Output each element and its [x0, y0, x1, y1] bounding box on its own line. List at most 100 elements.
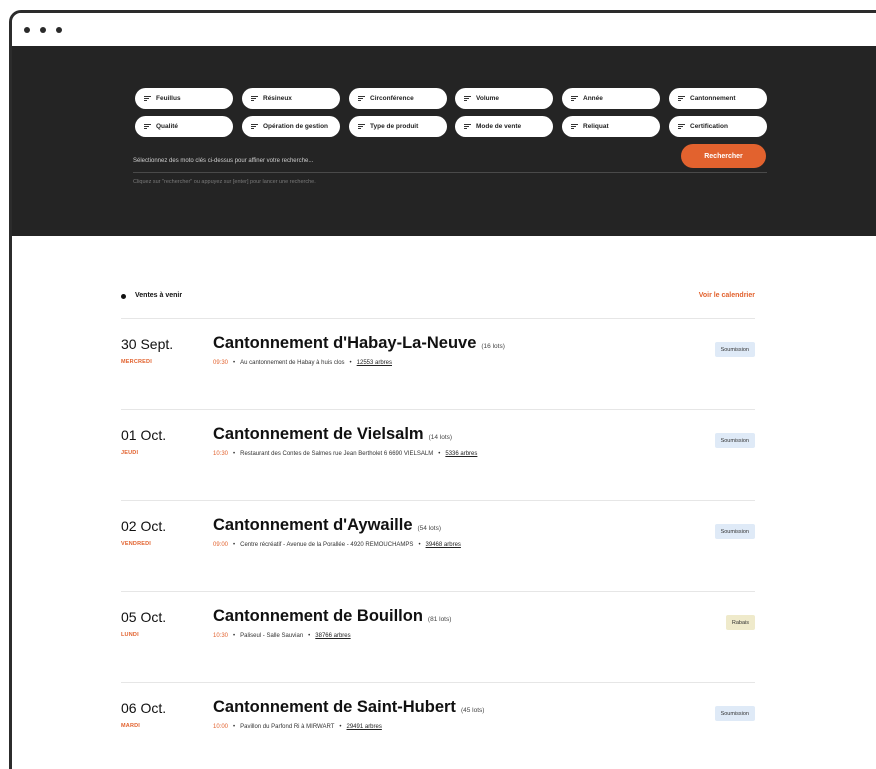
sale-type-badge: Soumission [714, 342, 755, 357]
sale-date: 02 Oct. [121, 518, 167, 534]
sale-weekday: JEUDI [121, 450, 139, 456]
window-maximize-dot[interactable] [56, 27, 62, 33]
search-panel: Feuillus Résineux Circonférence Volume A… [12, 46, 876, 236]
sale-weekday: MERCREDI [121, 359, 152, 365]
sale-location: Centre récréatif - Avenue de la Porallée… [240, 542, 414, 548]
filter-label: Mode de vente [476, 123, 522, 130]
filter-icon [144, 96, 151, 101]
filter-icon [571, 124, 578, 129]
filter-label: Cantonnement [690, 95, 736, 102]
filter-icon [144, 124, 151, 129]
sale-title-block: Cantonnement de Bouillon (81 lots) [213, 607, 451, 626]
sale-lots: (45 lots) [460, 707, 485, 714]
filter-icon [358, 124, 365, 129]
sale-time: 09:30 [213, 360, 229, 366]
sale-row[interactable]: 30 Sept. MERCREDI Cantonnement d'Habay-L… [121, 319, 755, 410]
filter-mode-vente-button[interactable]: Mode de vente [455, 116, 553, 137]
bullet-icon [121, 294, 126, 299]
filter-label: Circonférence [370, 95, 414, 102]
upcoming-sales-header: Ventes à venir Voir le calendrier [121, 290, 755, 304]
sale-type-badge: Soumission [714, 706, 755, 721]
sale-lots: (81 lots) [427, 616, 452, 623]
filter-label: Volume [476, 95, 499, 102]
filter-label: Type de produit [370, 123, 419, 130]
sale-time: 09:00 [213, 542, 229, 548]
section-title: Ventes à venir [135, 292, 183, 299]
sale-date: 01 Oct. [121, 427, 167, 443]
search-underline [133, 172, 767, 173]
sale-row[interactable]: 06 Oct. MARDI Cantonnement de Saint-Hube… [121, 683, 755, 769]
calendar-link[interactable]: Voir le calendrier [699, 292, 755, 299]
filter-label: Année [583, 95, 603, 102]
window-minimize-dot[interactable] [40, 27, 46, 33]
sale-meta: 10:00 • Pavillon du Parfond Ri à MIRWART • 2… [213, 724, 382, 730]
sale-title[interactable]: Cantonnement de Bouillon [213, 607, 423, 625]
sale-title[interactable]: Cantonnement de Vielsalm [213, 425, 424, 443]
window-close-dot[interactable] [24, 27, 30, 33]
sale-trees-link[interactable]: 38766 arbres [315, 633, 350, 639]
sale-row[interactable]: 02 Oct. VENDREDI Cantonnement d'Aywaille… [121, 501, 755, 592]
filter-label: Reliquat [583, 123, 609, 130]
sale-date: 06 Oct. [121, 700, 167, 716]
filter-operation-button[interactable]: Opération de gestion [242, 116, 340, 137]
filter-certification-button[interactable]: Certification [669, 116, 767, 137]
filter-icon [251, 124, 258, 129]
filter-label: Certification [690, 123, 728, 130]
sale-meta: 09:00 • Centre récréatif - Avenue de la Po… [213, 542, 461, 548]
sale-title-block: Cantonnement d'Aywaille (54 lots) [213, 516, 441, 535]
filter-feuillus-button[interactable]: Feuillus [135, 88, 233, 109]
filter-reliquat-button[interactable]: Reliquat [562, 116, 660, 137]
filter-icon [678, 124, 685, 129]
sale-row[interactable]: 01 Oct. JEUDI Cantonnement de Vielsalm (1… [121, 410, 755, 501]
filter-cantonnement-button[interactable]: Cantonnement [669, 88, 767, 109]
filter-icon [678, 96, 685, 101]
filter-label: Feuillus [156, 95, 181, 102]
sale-title[interactable]: Cantonnement d'Habay-La-Neuve [213, 334, 476, 352]
sale-row[interactable]: 05 Oct. LUNDI Cantonnement de Bouillon (8… [121, 592, 755, 683]
filter-circonference-button[interactable]: Circonférence [349, 88, 447, 109]
sale-weekday: VENDREDI [121, 541, 152, 547]
filter-icon [464, 96, 471, 101]
sale-title-block: Cantonnement de Vielsalm (14 lots) [213, 425, 452, 444]
filter-icon [571, 96, 578, 101]
sale-type-badge: Soumission [714, 433, 755, 448]
sale-trees-link[interactable]: 39468 arbres [426, 542, 461, 548]
filter-resineux-button[interactable]: Résineux [242, 88, 340, 109]
filter-volume-button[interactable]: Volume [455, 88, 553, 109]
filter-icon [251, 96, 258, 101]
sale-title-block: Cantonnement d'Habay-La-Neuve (16 lots) [213, 334, 505, 353]
sale-location: Au cantonnement de Habay à huis clos [240, 360, 345, 366]
filter-label: Résineux [263, 95, 292, 102]
sale-location: Restaurant des Contes de Salmes rue Jean… [240, 451, 434, 457]
sale-lots: (54 lots) [417, 525, 441, 532]
sale-weekday: MARDI [121, 723, 141, 729]
sale-trees-link[interactable]: 29491 arbres [347, 724, 382, 730]
sale-lots: (14 lots) [428, 434, 453, 441]
filter-label: Qualité [156, 123, 179, 130]
sale-weekday: LUNDI [121, 632, 139, 638]
sale-date: 30 Sept. [121, 336, 174, 352]
sale-trees-link[interactable]: 5336 arbres [445, 451, 477, 457]
filter-type-produit-button[interactable]: Type de produit [349, 116, 447, 137]
search-hint: Cliquez sur "rechercher" ou appuyez sur … [133, 179, 316, 185]
sale-location: Paliseul - Salle Sauvian [240, 633, 304, 639]
sale-meta: 10:30 • Paliseul - Salle Sauvian • 38766 arb… [213, 633, 351, 639]
filter-icon [358, 96, 365, 101]
sale-type-badge: Soumission [714, 524, 755, 539]
filter-qualite-button[interactable]: Qualité [135, 116, 233, 137]
sale-time: 10:30 [213, 633, 229, 639]
sale-trees-link[interactable]: 12553 arbres [357, 360, 392, 366]
sale-meta: 09:30 • Au cantonnement de Habay à huis cl… [213, 360, 392, 366]
sale-title[interactable]: Cantonnement de Saint-Hubert [213, 698, 456, 716]
sale-type-badge: Rabais [725, 615, 755, 630]
window-titlebar [12, 13, 876, 46]
filter-label: Opération de gestion [263, 123, 329, 130]
sale-meta: 10:30 • Restaurant des Contes de Salmes ru… [213, 451, 478, 457]
filter-annee-button[interactable]: Année [562, 88, 660, 109]
filter-icon [464, 124, 471, 129]
sale-time: 10:00 [213, 724, 229, 730]
search-input[interactable]: Sélectionnez des moto clés ci-dessus pou… [133, 152, 663, 170]
sale-title[interactable]: Cantonnement d'Aywaille [213, 516, 413, 534]
search-button[interactable]: Rechercher [681, 144, 766, 168]
sale-time: 10:30 [213, 451, 229, 457]
